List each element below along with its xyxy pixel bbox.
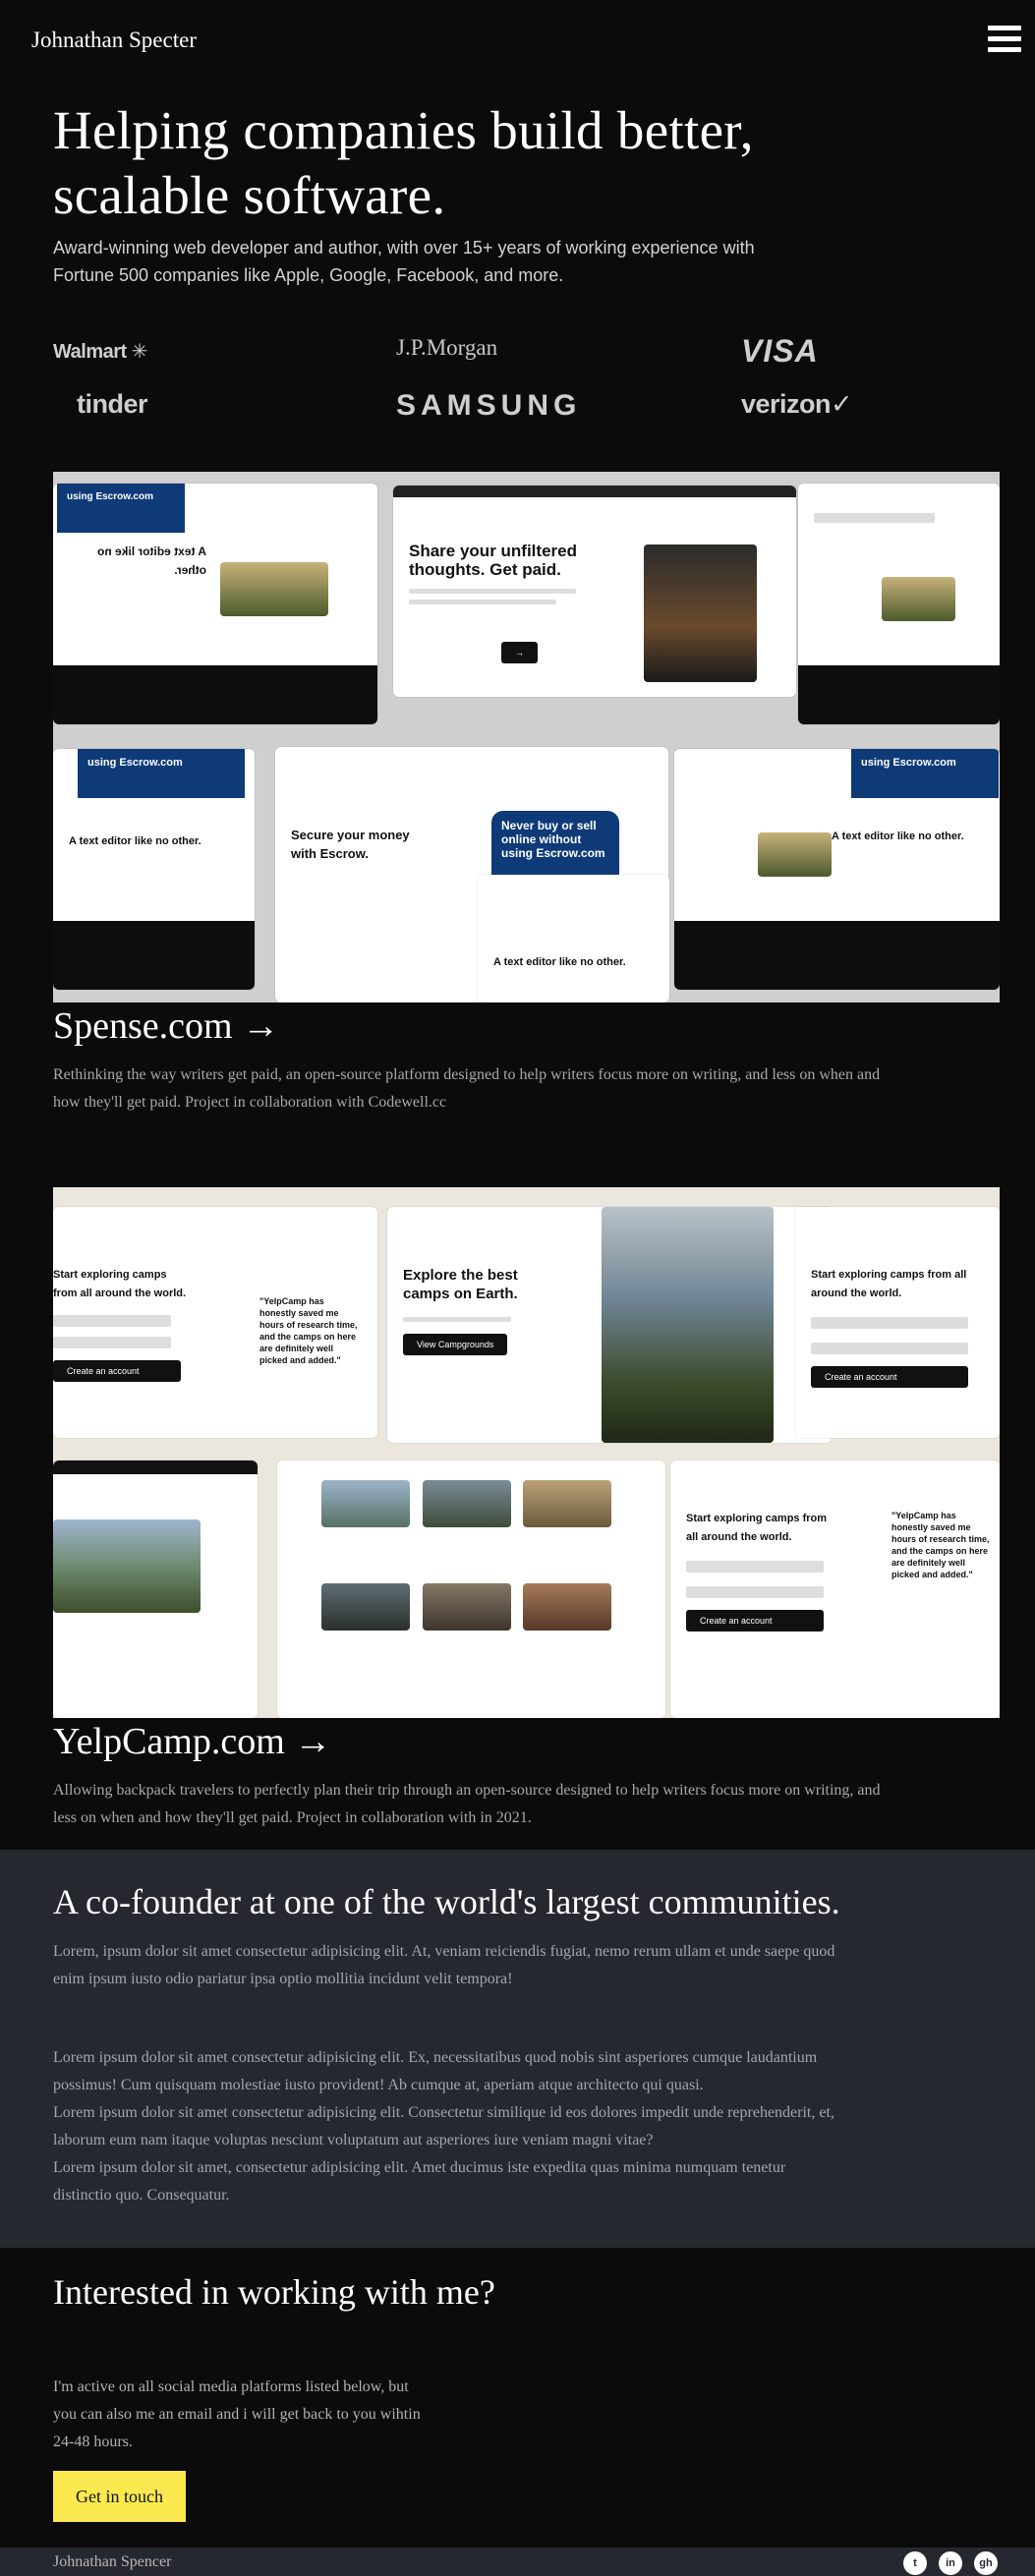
contact-text: I'm active on all social media platforms… xyxy=(53,2378,421,2450)
yelpcamp-project-link[interactable]: YelpCamp.com → xyxy=(53,1720,331,1763)
signup-headline-br: Start exploring camps from all around th… xyxy=(686,1513,828,1543)
mountain-photo xyxy=(53,1519,201,1613)
landscape-photo-br xyxy=(758,832,832,877)
editor-headline-mirrored: A text editor like no other. xyxy=(97,544,206,577)
mock-footer xyxy=(53,665,377,724)
hero-title-line1: Helping companies build better, xyxy=(53,100,754,160)
hero-subtitle: Award-winning web developer and author, … xyxy=(53,234,839,289)
spense-mock-right xyxy=(798,484,1000,724)
samsung-logo: SAMSUNG xyxy=(396,389,582,422)
about-body: Lorem ipsum dolor sit amet consectetur a… xyxy=(53,2049,834,2204)
escrow-card: using Escrow.com xyxy=(57,484,185,533)
spense-description: Rethinking the way writers get paid, an … xyxy=(53,1066,881,1111)
view-campgrounds-mock: View Campgrounds xyxy=(403,1334,508,1355)
walmart-logo: Walmart ✳ xyxy=(53,341,148,363)
get-in-touch-button[interactable]: Get in touch xyxy=(53,2471,186,2522)
about-lead: Lorem, ipsum dolor sit amet consectetur … xyxy=(53,1943,835,1987)
editor-headline-1: A text editor like no other. xyxy=(69,835,201,847)
yelpcamp-mock-grid xyxy=(277,1460,665,1718)
yelpcamp-description: Allowing backpack travelers to perfectly… xyxy=(53,1782,881,1826)
escrow-card-3: using Escrow.com xyxy=(851,749,999,798)
landscape-photo-right xyxy=(882,577,955,621)
camp-photo-3 xyxy=(523,1480,611,1527)
spense-mock-bottom-right: using Escrow.com A text editor like no o… xyxy=(674,749,1000,990)
mock-footer-br xyxy=(674,921,1000,990)
contact-section: Interested in working with me? I'm activ… xyxy=(0,2248,1035,2547)
footer-name: Johnathan Spencer xyxy=(53,2553,172,2570)
spense-mock-center: Share your unfiltered thoughts. Get paid… xyxy=(393,486,796,697)
visa-logo: VISA xyxy=(741,333,819,369)
yelpcamp-project-image[interactable]: Start exploring camps from all around th… xyxy=(53,1187,1000,1718)
create-account-br: Create an account xyxy=(686,1610,824,1631)
social-links: t in gh xyxy=(903,2551,998,2575)
hamburger-menu-icon[interactable] xyxy=(988,26,1021,55)
landscape-photo xyxy=(220,562,328,616)
escrow-card-2: using Escrow.com xyxy=(78,749,245,798)
hero-title-line2: scalable software. xyxy=(53,165,446,225)
camp-photo-2 xyxy=(423,1480,511,1527)
yelpcamp-mock-bottom-right: Start exploring camps from all around th… xyxy=(670,1460,1000,1718)
spense-project-image[interactable]: using Escrow.com A text editor like no o… xyxy=(53,472,1000,1002)
github-icon[interactable]: gh xyxy=(974,2551,998,2575)
signup-headline-right: Start exploring camps from all around th… xyxy=(811,1269,967,1299)
camp-tent-photo xyxy=(602,1207,774,1443)
create-account-left: Create an account xyxy=(53,1360,181,1382)
top-navbar: Johnathan Specter xyxy=(0,0,1035,84)
spense-headline: Share your unfiltered thoughts. Get paid… xyxy=(409,542,577,579)
explore-headline: Explore the best camps on Earth. xyxy=(403,1267,518,1302)
about-section: A co-founder at one of the world's large… xyxy=(0,1850,1035,2248)
yelpcamp-mock-left: Start exploring camps from all around th… xyxy=(53,1207,377,1438)
camp-photo-6 xyxy=(523,1583,611,1631)
contact-title: Interested in working with me? xyxy=(53,2272,495,2312)
tinder-logo: tinder xyxy=(77,389,148,419)
site-footer: Johnathan Spencer t in gh xyxy=(0,2547,1035,2576)
editor-headline-3: A text editor like no other. xyxy=(832,830,964,842)
editor-headline-2: A text editor like no other. xyxy=(493,956,626,968)
create-account-right: Create an account xyxy=(811,1366,968,1388)
brand-name[interactable]: Johnathan Specter xyxy=(31,28,197,53)
client-logos: Walmart ✳ J.P.Morgan VISA tinder SAMSUNG… xyxy=(53,327,997,435)
mock-submit: → xyxy=(501,642,538,663)
hero-subtitle-line1: Award-winning web developer and author, … xyxy=(53,238,755,258)
spense-mock-bottom-left: using Escrow.com A text editor like no o… xyxy=(53,749,255,990)
hero-title: Helping companies build better, scalable… xyxy=(53,98,997,228)
testimonial-right: "YelpCamp has honestly saved me hours of… xyxy=(891,1511,990,1579)
about-title: A co-founder at one of the world's large… xyxy=(53,1882,840,1921)
twitter-icon[interactable]: t xyxy=(903,2551,927,2575)
camp-photo-4 xyxy=(321,1583,410,1631)
linkedin-icon[interactable]: in xyxy=(939,2551,962,2575)
spense-mock-left: using Escrow.com A text editor like no o… xyxy=(53,484,377,724)
spense-project-link[interactable]: Spense.com → xyxy=(53,1004,279,1048)
mock-footer-right xyxy=(798,665,1000,724)
verizon-logo: verizon✓ xyxy=(741,389,853,419)
yelpcamp-mock-center: Explore the best camps on Earth. View Ca… xyxy=(387,1207,832,1443)
hero-section: Helping companies build better, scalable… xyxy=(53,98,997,289)
jpmorgan-logo: J.P.Morgan xyxy=(396,335,498,360)
yelpcamp-mock-bottom-left xyxy=(53,1460,258,1718)
testimonial-left: "YelpCamp has honestly saved me hours of… xyxy=(259,1296,358,1365)
yelpcamp-mock-right: Start exploring camps from all around th… xyxy=(795,1207,1000,1438)
camp-photo-5 xyxy=(423,1583,511,1631)
signup-headline-left: Start exploring camps from all around th… xyxy=(53,1269,187,1299)
secure-headline: Secure your money with Escrow. xyxy=(291,828,410,861)
camp-photo-1 xyxy=(321,1480,410,1527)
writer-photo xyxy=(644,544,757,682)
spense-mock-bottom-center-2: A text editor like no other. xyxy=(478,875,669,1002)
mock-footer-bl xyxy=(53,921,255,990)
hero-subtitle-line2: Fortune 500 companies like Apple, Google… xyxy=(53,265,564,285)
